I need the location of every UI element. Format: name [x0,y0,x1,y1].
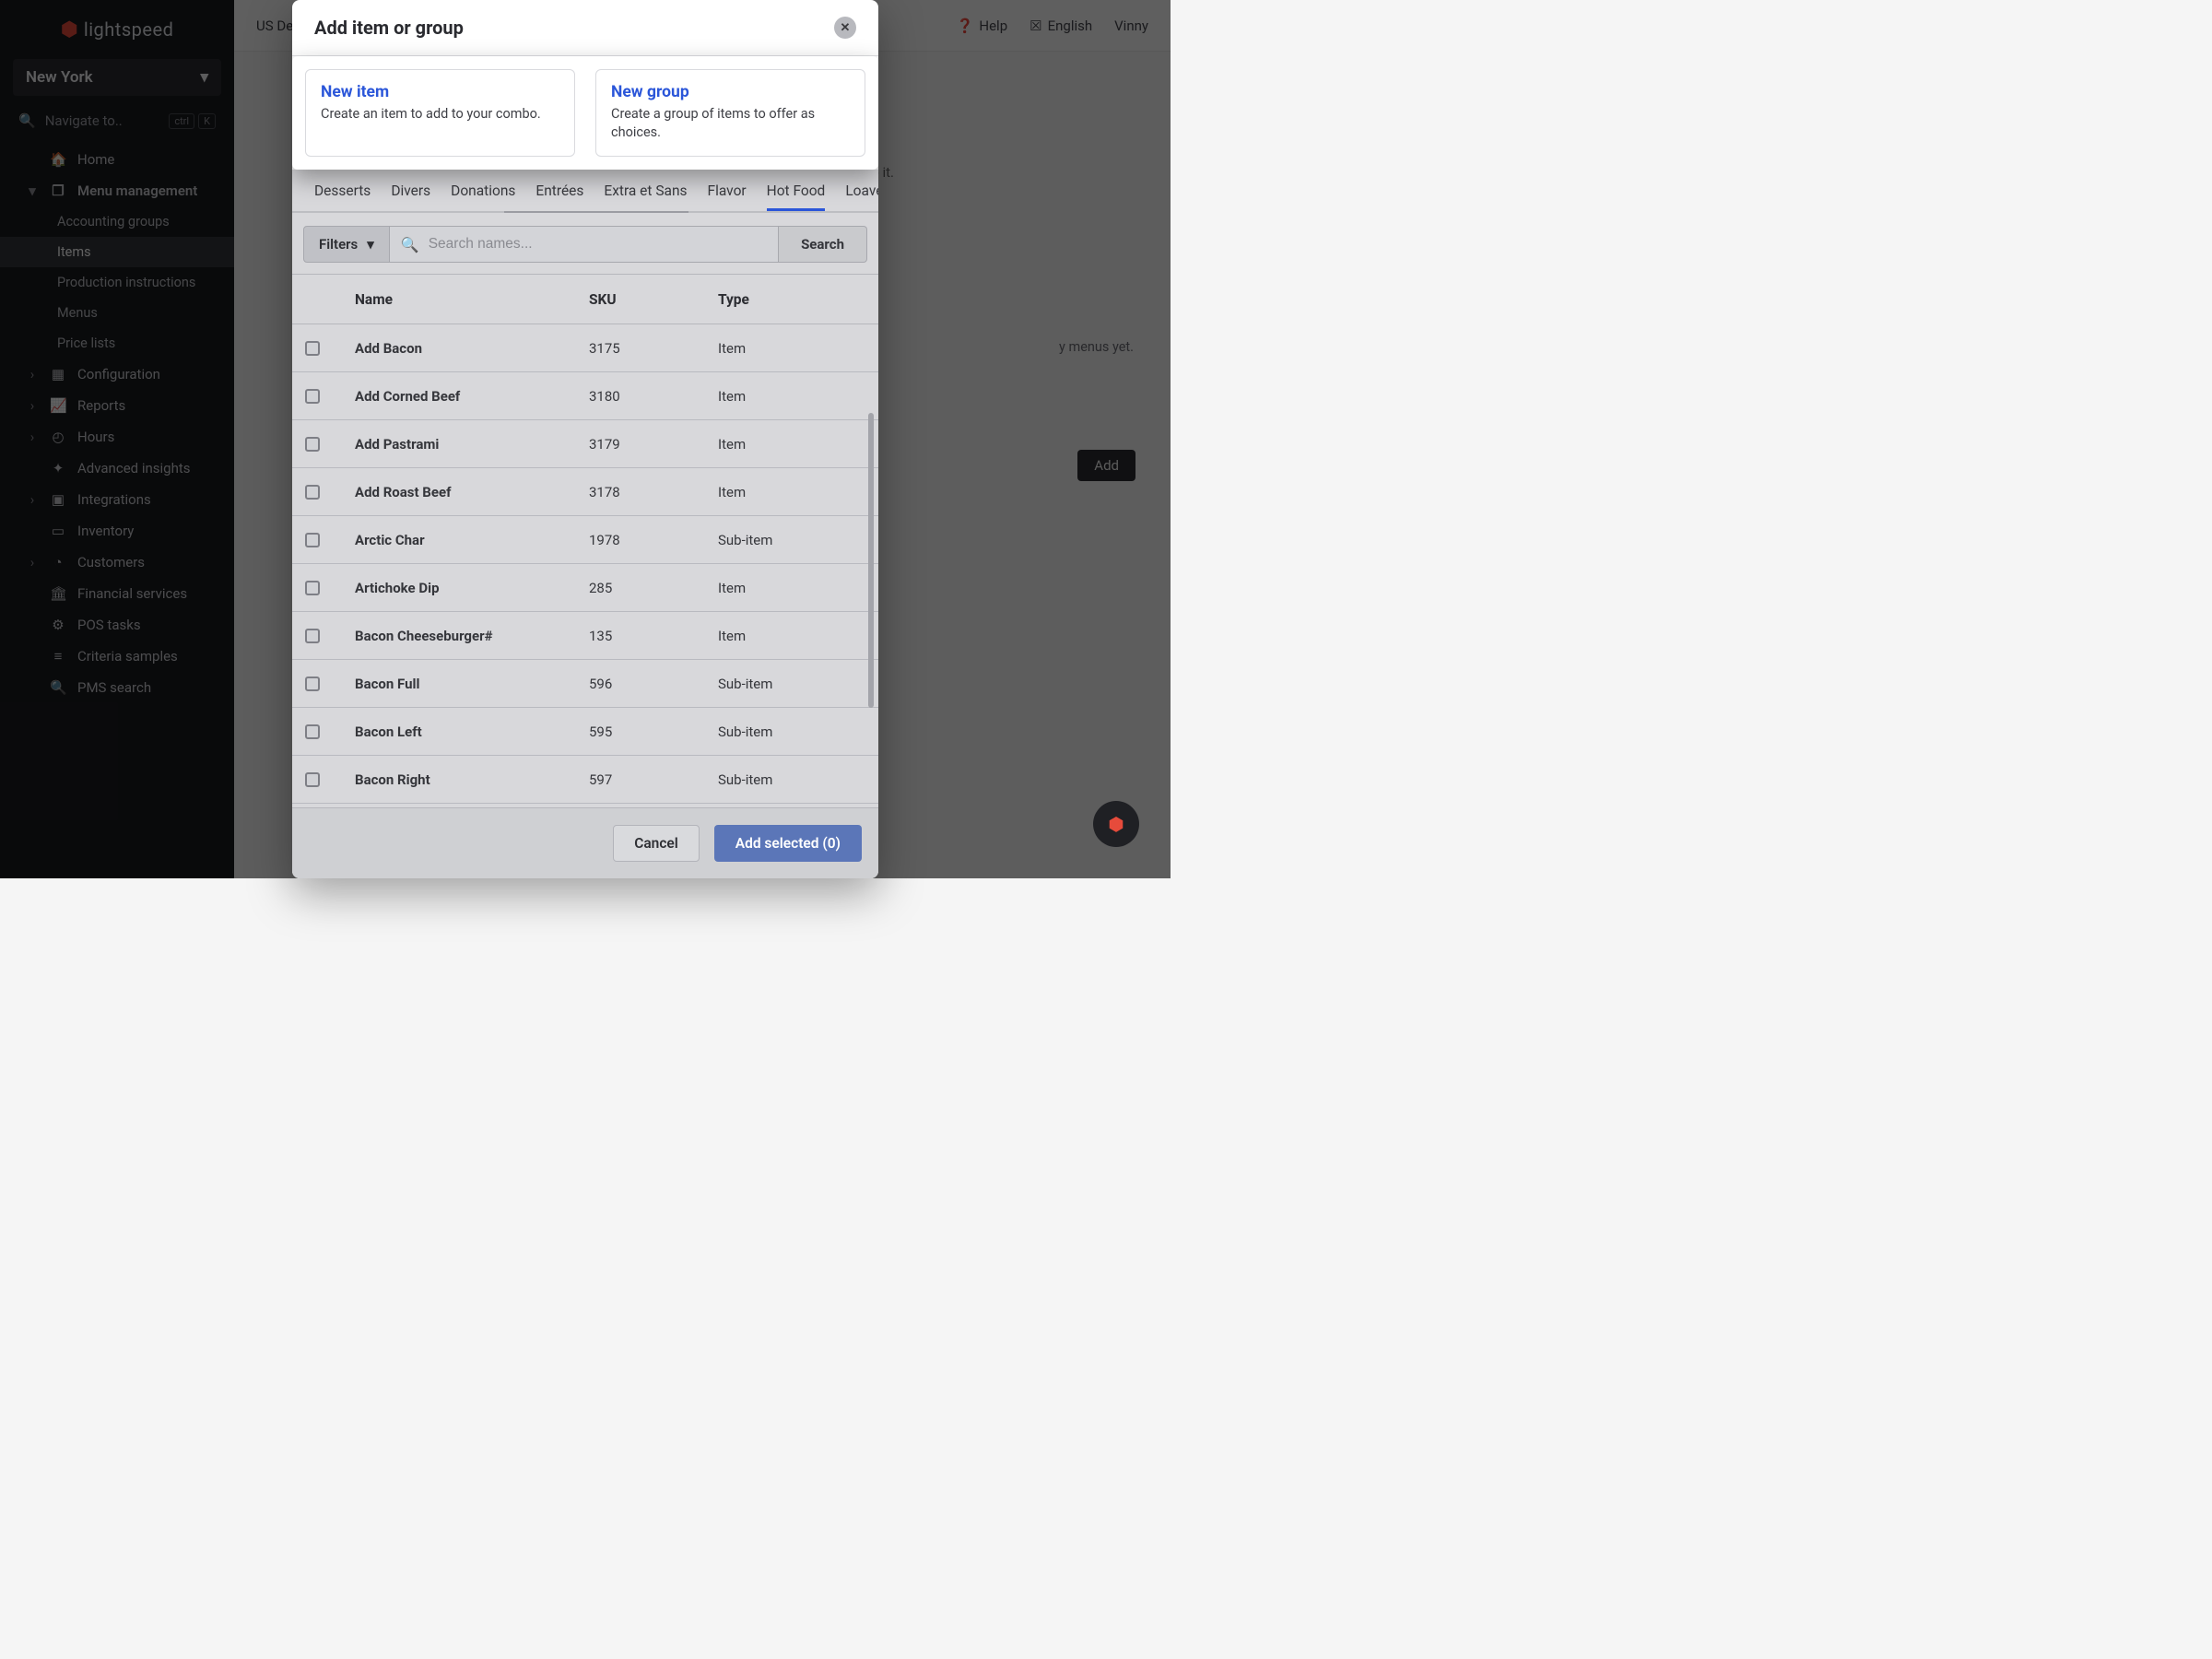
table-row[interactable]: Bacon Right597Sub-item [292,756,878,804]
card-title: New group [611,83,850,101]
close-icon: ✕ [841,21,851,35]
row-name: Bacon Cheeseburger# [355,628,589,644]
card-row: New item Create an item to add to your c… [292,56,878,170]
row-sku: 596 [589,676,718,692]
modal-body: Desserts Divers Donations Entrées Extra et S… [292,170,878,878]
table-row[interactable]: Add Bacon3175Item [292,324,878,372]
row-checkbox[interactable] [305,772,320,787]
flame-icon: ⬢ [1108,813,1124,835]
new-group-card[interactable]: New group Create a group of items to off… [595,69,865,157]
row-sku: 3175 [589,340,718,357]
table-row[interactable]: Artichoke Dip285Item [292,564,878,612]
close-button[interactable]: ✕ [834,17,856,39]
table-row[interactable]: Bacon Cheeseburger#135Item [292,612,878,660]
table-row[interactable]: Add Corned Beef3180Item [292,372,878,420]
table-header: Name SKU Type [292,275,878,324]
table-row[interactable]: Add Roast Beef3178Item [292,468,878,516]
row-sku: 595 [589,724,718,740]
table-row[interactable]: Bacon Left595Sub-item [292,708,878,756]
row-type: Item [718,484,865,500]
cancel-button[interactable]: Cancel [613,825,700,862]
card-desc: Create a group of items to offer as choi… [611,105,850,141]
row-name: Add Roast Beef [355,484,589,500]
tab-loaves[interactable]: Loaves [845,182,878,211]
table-row[interactable]: Arctic Char1978Sub-item [292,516,878,564]
table-row[interactable]: Bacon Full596Sub-item [292,660,878,708]
row-checkbox[interactable] [305,533,320,547]
row-sku: 3179 [589,436,718,453]
row-type: Sub-item [718,676,865,692]
tab-flavor[interactable]: Flavor [708,182,747,211]
row-sku: 1978 [589,532,718,548]
row-name: Artichoke Dip [355,580,589,596]
search-input-wrap: 🔍 [390,226,779,263]
row-checkbox[interactable] [305,677,320,691]
filters-label: Filters [319,236,358,253]
row-name: Bacon Left [355,724,589,740]
chevron-down-icon: ▾ [367,236,374,253]
row-type: Item [718,388,865,405]
tab-desserts[interactable]: Desserts [314,182,371,211]
row-name: Add Corned Beef [355,388,589,405]
scrollbar[interactable] [868,413,874,708]
modal-title: Add item or group [314,17,464,39]
search-button[interactable]: Search [779,226,867,263]
tab-donations[interactable]: Donations [451,182,515,211]
category-tabs: Desserts Divers Donations Entrées Extra et S… [292,170,878,211]
row-type: Item [718,340,865,357]
col-sku: SKU [589,291,718,308]
search-icon: 🔍 [401,236,419,253]
row-type: Sub-item [718,771,865,788]
col-name: Name [355,291,589,308]
add-selected-button[interactable]: Add selected (0) [714,825,862,862]
fab-button[interactable]: ⬢ [1093,801,1139,847]
row-name: Bacon Full [355,676,589,692]
tab-extra-et-sans[interactable]: Extra et Sans [604,182,687,211]
row-checkbox[interactable] [305,629,320,643]
search-input[interactable] [429,236,767,253]
row-sku: 3178 [589,484,718,500]
row-sku: 597 [589,771,718,788]
row-checkbox[interactable] [305,581,320,595]
row-type: Item [718,580,865,596]
items-table: Name SKU Type Add Bacon3175ItemAdd Corne… [292,274,878,807]
row-name: Add Pastrami [355,436,589,453]
row-name: Bacon Right [355,771,589,788]
row-checkbox[interactable] [305,389,320,404]
row-checkbox[interactable] [305,724,320,739]
filter-bar: Filters ▾ 🔍 Search [292,213,878,274]
row-checkbox[interactable] [305,341,320,356]
add-item-modal: Add item or group ✕ New item Create an i… [292,0,878,878]
row-sku: 3180 [589,388,718,405]
col-type: Type [718,291,865,308]
card-title: New item [321,83,559,101]
modal-footer: Cancel Add selected (0) [292,807,878,878]
row-name: Add Bacon [355,340,589,357]
row-checkbox[interactable] [305,437,320,452]
table-row[interactable]: Add Pastrami3179Item [292,420,878,468]
filters-button[interactable]: Filters ▾ [303,226,390,263]
row-type: Item [718,436,865,453]
row-type: Sub-item [718,532,865,548]
tab-divers[interactable]: Divers [391,182,430,211]
row-name: Arctic Char [355,532,589,548]
modal-header: Add item or group ✕ [292,0,878,55]
row-type: Sub-item [718,724,865,740]
row-sku: 135 [589,628,718,644]
row-type: Item [718,628,865,644]
row-sku: 285 [589,580,718,596]
card-desc: Create an item to add to your combo. [321,105,559,124]
new-item-card[interactable]: New item Create an item to add to your c… [305,69,575,157]
tab-hot-food[interactable]: Hot Food [767,182,826,211]
tab-entrées[interactable]: Entrées [535,182,583,211]
row-checkbox[interactable] [305,485,320,500]
